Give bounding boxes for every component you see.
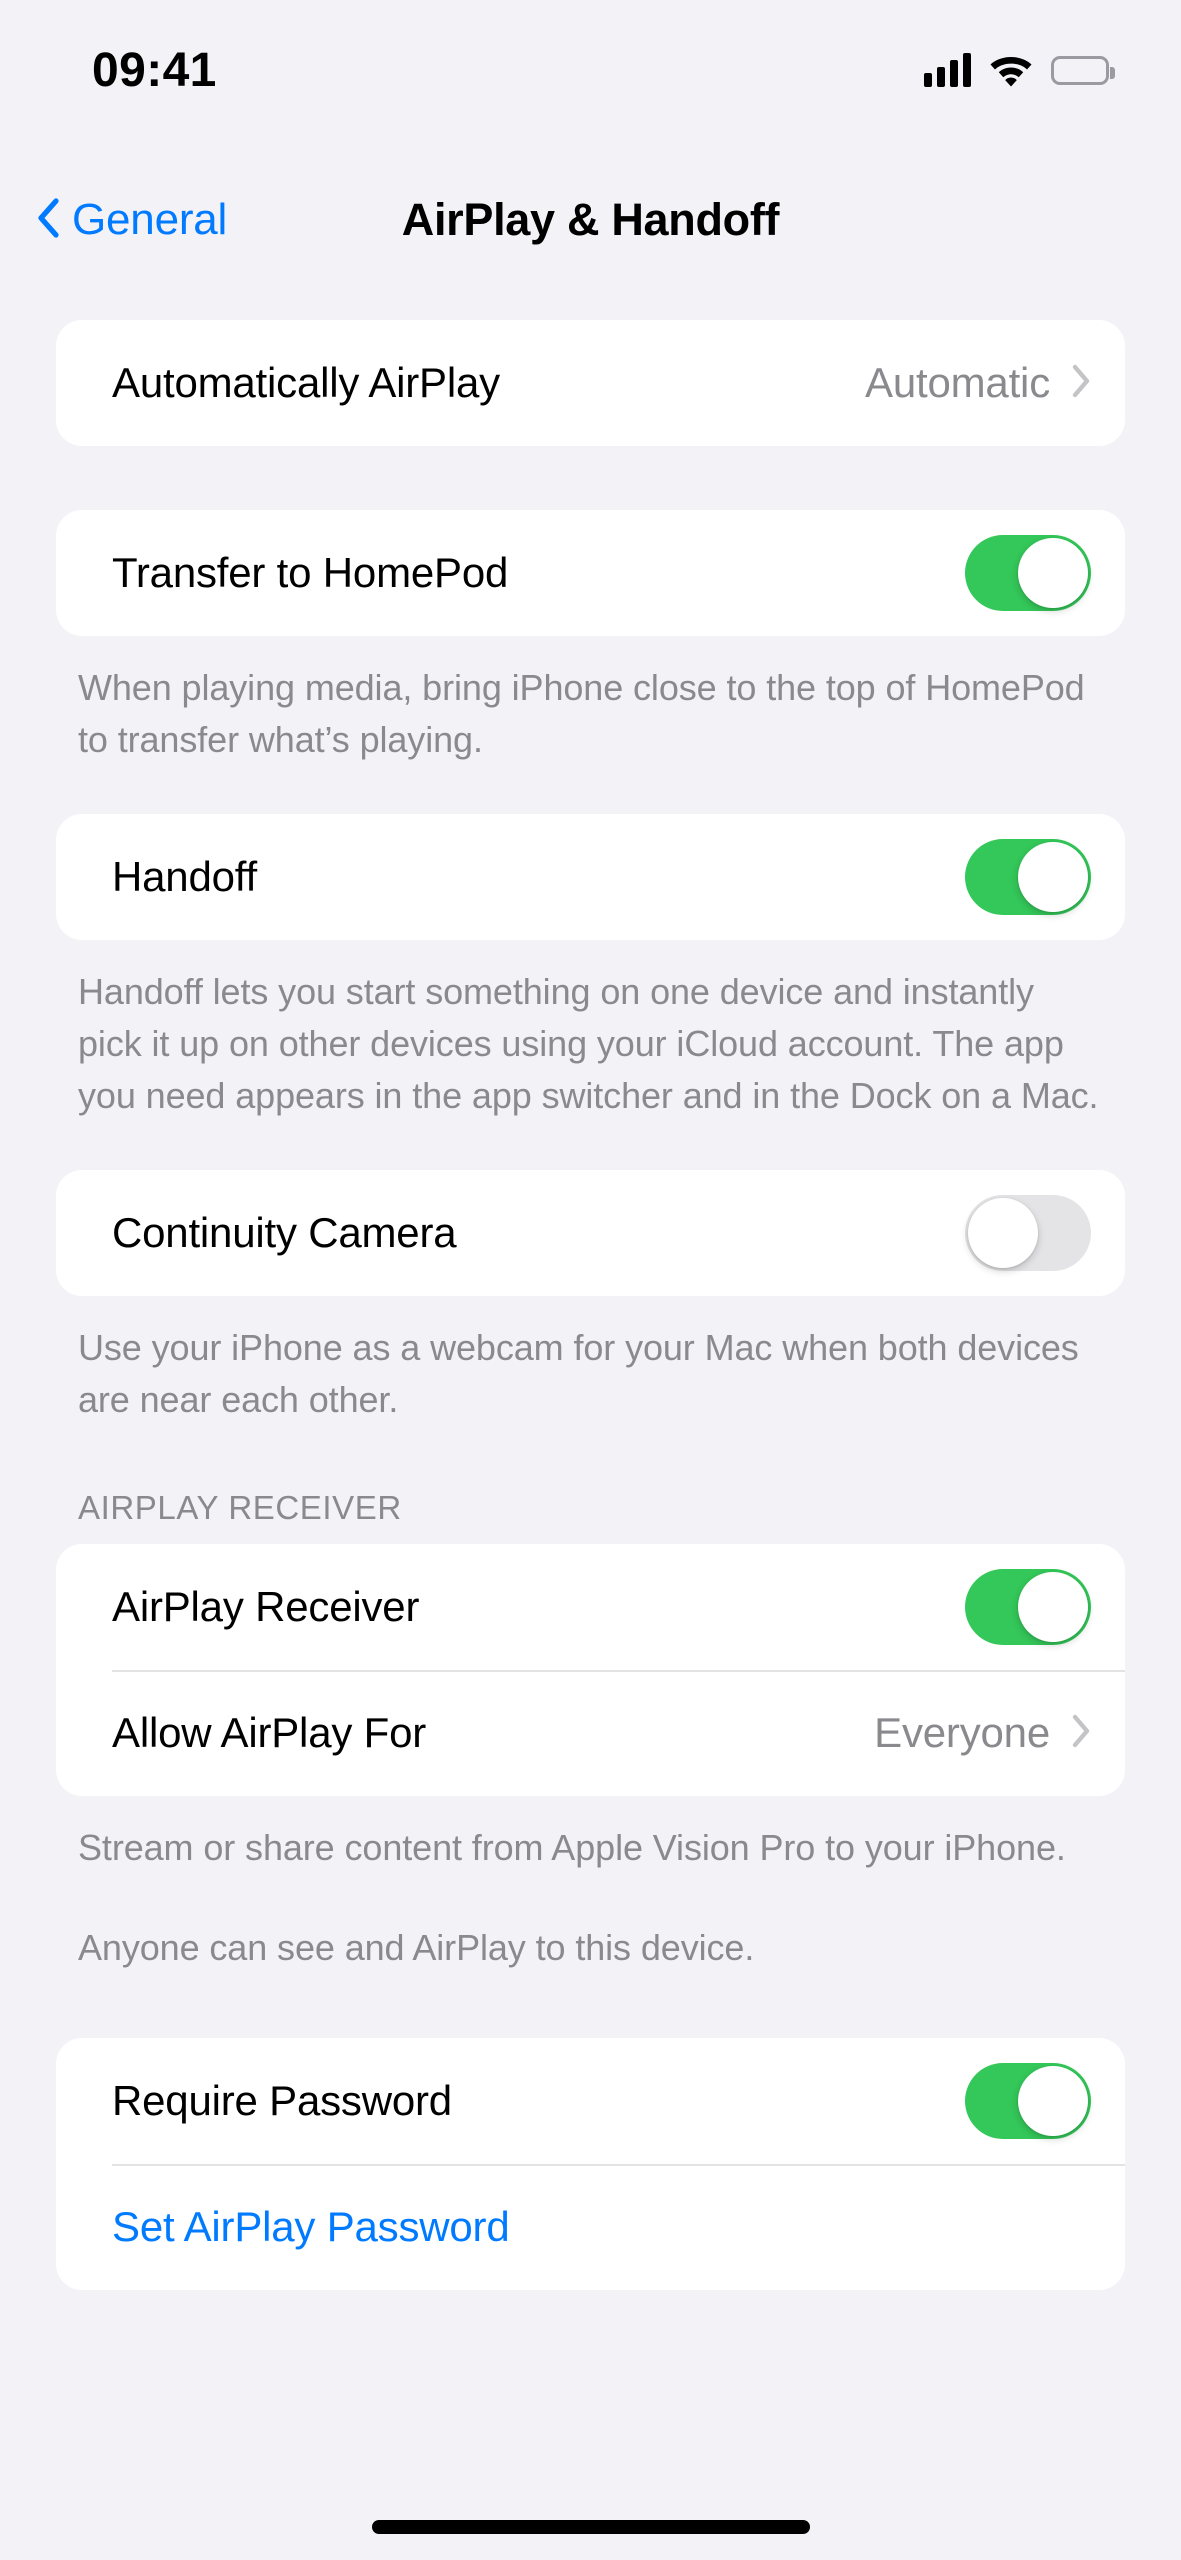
toggle-handoff[interactable]	[965, 839, 1091, 915]
chevron-right-icon	[1072, 364, 1091, 403]
row-label-require-password: Require Password	[112, 2077, 452, 2124]
signal-bars-icon	[924, 53, 971, 87]
toggle-airplay-receiver[interactable]	[965, 1569, 1091, 1645]
iphone-settings-screen: 09:41 General AirPlay & Handoff Automati…	[0, 0, 1181, 2560]
row-label-handoff: Handoff	[112, 853, 257, 900]
chevron-right-icon	[1072, 1714, 1091, 1753]
row-set-airplay-password[interactable]: Set AirPlay Password	[56, 2164, 1125, 2290]
battery-full-icon	[1051, 55, 1115, 85]
toggle-continuity-camera[interactable]	[965, 1195, 1091, 1271]
row-value-allow-airplay-for: Everyone	[874, 1709, 1050, 1756]
row-automatically-airplay[interactable]: Automatically AirPlay Automatic	[56, 320, 1125, 446]
row-continuity-camera[interactable]: Continuity Camera	[56, 1170, 1125, 1296]
navigation-bar: General AirPlay & Handoff	[0, 170, 1181, 270]
row-label-automatically-airplay: Automatically AirPlay	[112, 359, 500, 406]
toggle-require-password[interactable]	[965, 2063, 1091, 2139]
wifi-icon	[989, 53, 1033, 87]
footer-airplay-receiver-1: Stream or share content from Apple Visio…	[78, 1827, 1066, 1868]
card-transfer-to-homepod: Transfer to HomePod	[56, 510, 1125, 636]
row-airplay-receiver[interactable]: AirPlay Receiver	[56, 1544, 1125, 1670]
page-title: AirPlay & Handoff	[401, 194, 780, 245]
footer-airplay-receiver-2: Anyone can see and AirPlay to this devic…	[78, 1927, 755, 1968]
row-allow-airplay-for[interactable]: Allow AirPlay For Everyone	[56, 1670, 1125, 1796]
settings-list: Automatically AirPlay Automatic Transfer…	[0, 320, 1181, 2290]
status-bar-icons	[924, 53, 1115, 87]
home-indicator[interactable]	[371, 2520, 810, 2534]
card-airplay-receiver: AirPlay Receiver Allow AirPlay For Every…	[56, 1544, 1125, 1796]
card-continuity-camera: Continuity Camera	[56, 1170, 1125, 1296]
toggle-transfer-to-homepod[interactable]	[965, 535, 1091, 611]
status-bar: 09:41	[0, 0, 1181, 118]
card-automatically-airplay: Automatically AirPlay Automatic	[56, 320, 1125, 446]
card-require-password: Require Password Set AirPlay Password	[56, 2038, 1125, 2290]
row-label-transfer-to-homepod: Transfer to HomePod	[112, 549, 509, 596]
row-label-airplay-receiver: AirPlay Receiver	[112, 1583, 420, 1630]
row-transfer-to-homepod[interactable]: Transfer to HomePod	[56, 510, 1125, 636]
row-handoff[interactable]: Handoff	[56, 814, 1125, 940]
row-value-automatically-airplay: Automatic	[865, 359, 1050, 406]
row-label-continuity-camera: Continuity Camera	[112, 1209, 457, 1256]
group-header-airplay-receiver: AIRPLAY RECEIVER	[78, 1489, 402, 1526]
card-handoff: Handoff	[56, 814, 1125, 940]
status-bar-time: 09:41	[92, 43, 217, 97]
row-label-set-airplay-password: Set AirPlay Password	[112, 2203, 510, 2250]
row-label-allow-airplay-for: Allow AirPlay For	[112, 1709, 427, 1756]
footer-continuity-camera: Use your iPhone as a webcam for your Mac…	[78, 1327, 1079, 1420]
row-require-password[interactable]: Require Password	[56, 2038, 1125, 2164]
footer-transfer-to-homepod: When playing media, bring iPhone close t…	[78, 667, 1085, 760]
footer-handoff: Handoff lets you start something on one …	[78, 971, 1099, 1116]
